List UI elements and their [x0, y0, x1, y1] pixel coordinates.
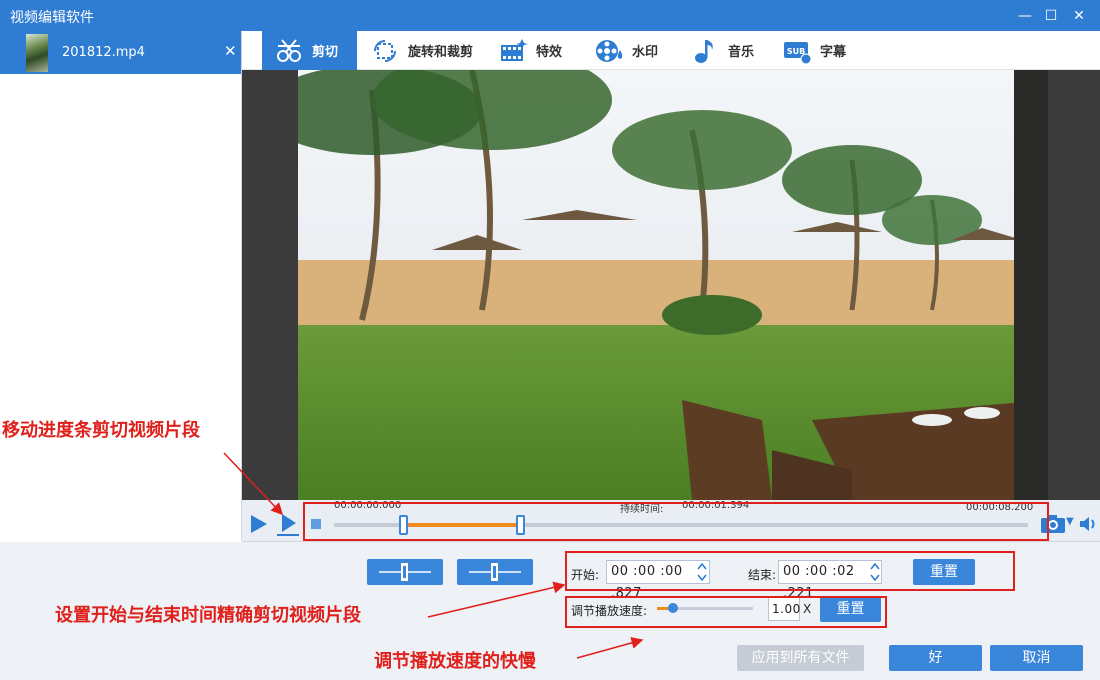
time-fields-highlight-box: [565, 551, 1015, 591]
subtitle-icon: SUB: [784, 41, 812, 64]
file-list-panel: 201812.mp4 ✕: [0, 31, 242, 541]
watermark-icon: [596, 39, 623, 62]
video-frame: [292, 70, 1048, 500]
apply-to-all-button[interactable]: 应用到所有文件: [737, 645, 864, 671]
tab-cut-label: 剪切: [312, 45, 339, 60]
tab-rotate-crop-label: 旋转和裁剪: [408, 45, 474, 60]
film-effects-icon: [501, 38, 528, 61]
remove-file-icon[interactable]: ✕: [224, 42, 237, 60]
set-end-button[interactable]: [457, 559, 533, 585]
file-list-item[interactable]: 201812.mp4 ✕: [0, 31, 241, 74]
svg-text:SUB: SUB: [787, 47, 805, 56]
timeline-highlight-box: [303, 502, 1049, 541]
tab-bar: 剪切 旋转和裁剪 特效 水印 音乐 SUB 字幕: [242, 31, 1100, 70]
cancel-button[interactable]: 取消: [990, 645, 1083, 671]
set-end-marker-icon: [469, 563, 521, 581]
speed-highlight-box: [565, 596, 887, 628]
tab-subtitle-label: 字幕: [820, 45, 847, 60]
tab-effects[interactable]: 特效: [498, 31, 562, 70]
play-selection-icon[interactable]: [276, 512, 300, 536]
scissors-icon: [277, 38, 301, 62]
music-note-icon: [695, 39, 713, 63]
tab-music[interactable]: 音乐: [690, 31, 754, 70]
minimize-button[interactable]: —: [1014, 5, 1036, 27]
annotation-set-times: 设置开始与结束时间精确剪切视频片段: [55, 605, 361, 626]
play-icon[interactable]: [250, 514, 268, 534]
tab-subtitle[interactable]: SUB 字幕: [782, 31, 846, 70]
tab-music-label: 音乐: [728, 45, 755, 60]
tab-effects-label: 特效: [536, 45, 563, 60]
tab-cut[interactable]: 剪切: [262, 31, 357, 70]
video-thumbnail: [26, 34, 48, 72]
annotation-move-progress: 移动进度条剪切视频片段: [2, 420, 200, 441]
set-start-marker-icon: [379, 563, 431, 581]
ok-button[interactable]: 好: [889, 645, 982, 671]
maximize-button[interactable]: ☐: [1040, 5, 1062, 27]
title-bar: 视频编辑软件 — ☐ ✕: [0, 0, 1100, 31]
camera-dropdown-icon[interactable]: ▼: [1066, 516, 1074, 527]
tab-watermark-label: 水印: [632, 45, 659, 60]
volume-icon[interactable]: [1078, 514, 1098, 534]
set-start-button[interactable]: [367, 559, 443, 585]
window-title: 视频编辑软件: [10, 10, 94, 26]
video-preview-area: [242, 70, 1100, 500]
tab-rotate-crop[interactable]: 旋转和裁剪: [370, 31, 473, 70]
rotate-crop-icon: [374, 39, 396, 62]
close-button[interactable]: ✕: [1068, 5, 1090, 27]
file-name: 201812.mp4: [62, 45, 145, 60]
tab-watermark[interactable]: 水印: [594, 31, 658, 70]
annotation-adjust-speed: 调节播放速度的快慢: [374, 651, 536, 672]
